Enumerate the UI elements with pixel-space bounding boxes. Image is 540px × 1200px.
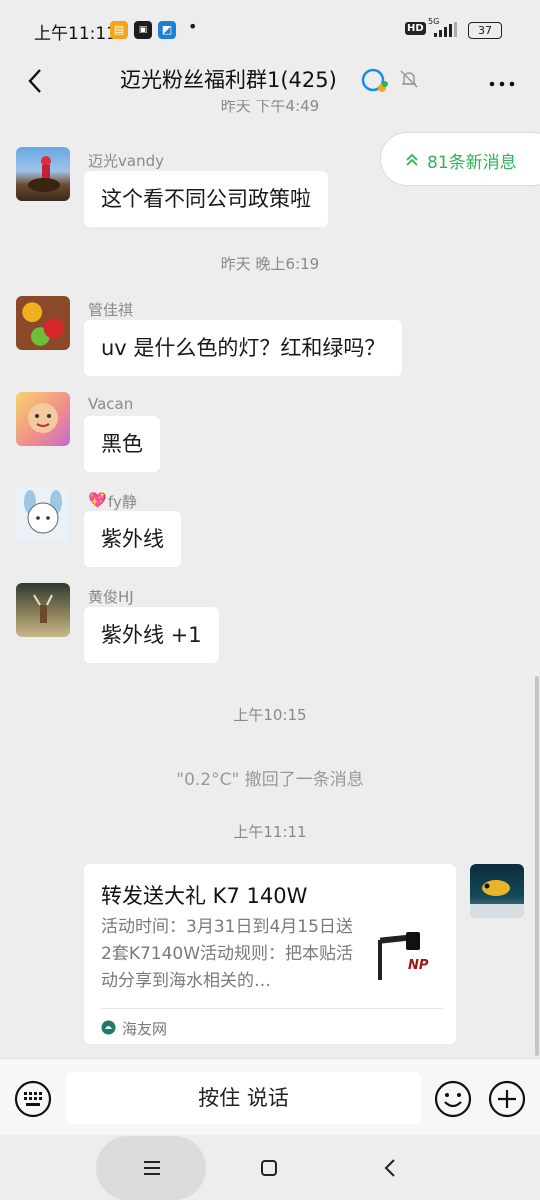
avatar[interactable] xyxy=(16,392,70,446)
shared-link-card[interactable]: 转发送大礼 K7 140W 活动时间：3月31日到4月15日送2套K7140W活… xyxy=(84,864,456,1044)
avatar[interactable] xyxy=(16,296,70,350)
pay-app-icon: ▤ xyxy=(110,21,128,39)
status-bar: 上午11:11 ▤ ▣ ◩ • HD 5G 37 xyxy=(0,0,540,58)
recall-notice: "0.2°C" 撤回了一条消息 xyxy=(176,770,364,790)
message-bubble[interactable]: 黑色 xyxy=(84,416,160,472)
timestamp: 昨天 晚上6:19 xyxy=(220,255,320,273)
sender-name: 管佳祺 xyxy=(88,301,134,319)
card-divider xyxy=(101,1008,443,1009)
new-messages-button[interactable]: 81条新消息 xyxy=(380,132,540,186)
back-arrow-icon[interactable] xyxy=(18,64,52,98)
sender-name: 黄俊HJ xyxy=(88,588,134,606)
status-time: 上午11:11 xyxy=(34,24,117,44)
double-chevron-up-icon xyxy=(406,153,418,166)
notes-app-icon: ◩ xyxy=(158,21,176,39)
avatar-image xyxy=(470,880,524,918)
message-bubble[interactable]: 紫外线 xyxy=(84,511,181,567)
unionpay-icon: ▣ xyxy=(134,21,152,39)
input-bar: 按住 说话 xyxy=(0,1058,540,1141)
card-source: 海友网 xyxy=(122,1020,168,1038)
my-avatar[interactable] xyxy=(470,864,524,918)
hold-to-talk-button[interactable]: 按住 说话 xyxy=(66,1072,421,1124)
status-dot: • xyxy=(188,17,198,36)
menu-icon[interactable] xyxy=(140,1159,164,1177)
mute-bell-icon xyxy=(400,70,418,88)
card-thumbnail: NP xyxy=(372,924,442,996)
signal-icon xyxy=(434,22,457,37)
message-bubble[interactable]: uv 是什么色的灯？红和绿吗？ xyxy=(84,320,403,376)
home-icon[interactable] xyxy=(259,1158,279,1178)
message-bubble[interactable]: 紫外线 +1 xyxy=(84,607,219,663)
chat-title: 迈光粉丝福利群1(425) xyxy=(120,68,337,92)
sender-name: fy静 xyxy=(108,493,137,511)
avatar[interactable] xyxy=(16,583,70,637)
battery-level: 37 xyxy=(478,24,492,37)
scrollbar[interactable] xyxy=(535,676,539,1056)
chat-header: 迈光粉丝福利群1(425) xyxy=(0,58,540,104)
keyboard-icon[interactable] xyxy=(14,1080,52,1118)
lamp-image xyxy=(378,932,420,980)
battery-icon: 37 xyxy=(468,22,502,39)
card-title: 转发送大礼 K7 140W xyxy=(101,884,308,908)
plus-icon[interactable] xyxy=(488,1080,526,1118)
avatar-image xyxy=(28,403,58,433)
enterprise-chat-icon xyxy=(361,68,388,92)
nav-back-icon[interactable] xyxy=(380,1157,400,1179)
card-description: 活动时间：3月31日到4月15日送2套K7140W活动规则：把本贴活动分享到海水… xyxy=(101,917,354,991)
sender-name: 迈光vandy xyxy=(88,152,164,170)
avatar-image xyxy=(24,490,62,534)
new-messages-label: 81条新消息 xyxy=(427,153,517,173)
emoji-icon[interactable] xyxy=(434,1080,472,1118)
sender-name: Vacan xyxy=(88,395,134,413)
avatar[interactable] xyxy=(16,147,70,201)
timestamp: 上午10:15 xyxy=(233,706,307,724)
avatar[interactable] xyxy=(16,488,70,542)
avatar-image xyxy=(28,156,60,192)
timestamp: 上午11:11 xyxy=(233,823,307,841)
more-options-icon[interactable] xyxy=(486,64,518,98)
timestamp-partial: 昨天 下午4:49 xyxy=(0,100,540,114)
system-nav-bar xyxy=(0,1135,540,1200)
hd-badge: HD xyxy=(405,22,426,35)
avatar-image xyxy=(33,594,53,623)
site-logo-icon xyxy=(101,1020,116,1035)
timestamp-partial-text: 昨天 下午4:49 xyxy=(220,100,320,114)
brand-mark: NP xyxy=(408,958,429,973)
sparkle-heart-icon: 💖 xyxy=(88,491,107,509)
message-bubble[interactable]: 这个看不同公司政策啦 xyxy=(84,171,328,227)
